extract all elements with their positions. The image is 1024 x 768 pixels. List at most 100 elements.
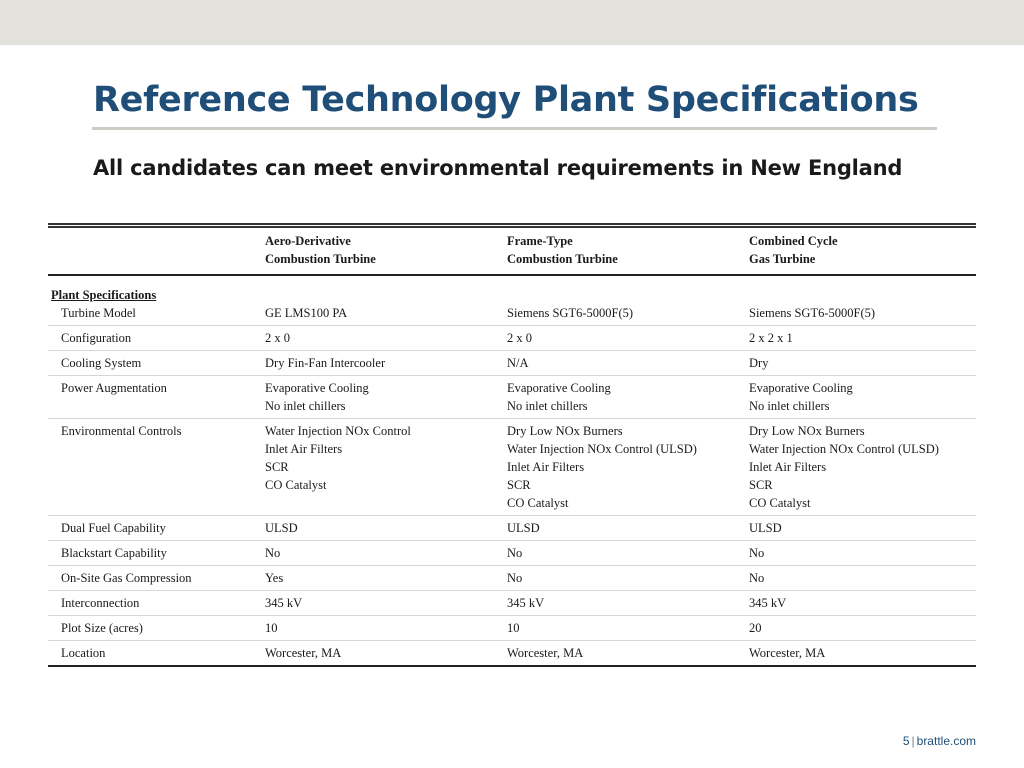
cell-line: 10	[265, 621, 278, 635]
column-header-line: Aero-Derivative	[265, 234, 351, 248]
table-cell: 345 kV	[749, 590, 976, 616]
table-cell: ULSD	[507, 515, 749, 541]
table-cell: 20	[749, 615, 976, 641]
cell-line: No	[749, 571, 765, 585]
cell-line: Evaporative Cooling	[749, 381, 853, 395]
cell-line: Evaporative Cooling	[507, 381, 611, 395]
cell-line: 345 kV	[749, 596, 787, 610]
footer-site: brattle.com	[916, 734, 976, 748]
cell-line: CO Catalyst	[749, 496, 811, 510]
cell-line: Inlet Air Filters	[507, 460, 585, 474]
table-row: Blackstart Capability No No No	[48, 540, 976, 566]
table-cell: 10	[265, 615, 507, 641]
table-cell: 345 kV	[507, 590, 749, 616]
row-label: Cooling System	[61, 356, 142, 370]
table-cell: Yes	[265, 565, 507, 591]
cell-line: No	[265, 546, 281, 560]
row-label-cell: Blackstart Capability	[48, 540, 265, 566]
slide-title: Reference Technology Plant Specification…	[93, 80, 919, 120]
table-cell: Siemens SGT6-5000F(5)	[507, 275, 749, 326]
row-label: Environmental Controls	[61, 424, 182, 438]
cell-line: ULSD	[265, 521, 298, 535]
table-cell: Dry Low NOx Burners Water Injection NOx C…	[507, 418, 749, 516]
table-cell: ULSD	[265, 515, 507, 541]
cell-line: No	[507, 571, 523, 585]
table-cell: Worcester, MA	[507, 640, 749, 667]
cell-line: GE LMS100 PA	[265, 306, 348, 320]
table-cell: No	[507, 540, 749, 566]
cell-line: 10	[507, 621, 520, 635]
cell-line: Inlet Air Filters	[265, 442, 343, 456]
cell-line: SCR	[507, 478, 531, 492]
row-label-cell: Cooling System	[48, 350, 265, 376]
footer-separator: |	[911, 734, 915, 748]
cell-line: Worcester, MA	[749, 646, 826, 660]
table-row: Power Augmentation Evaporative Cooling No …	[48, 375, 976, 419]
table-cell: N/A	[507, 350, 749, 376]
section-label: Plant Specifications	[51, 288, 157, 302]
table-cell: Evaporative Cooling No inlet chillers	[507, 375, 749, 419]
row-label-cell: Location	[48, 640, 265, 667]
row-label: Power Augmentation	[61, 381, 167, 395]
column-header-aero: Aero-Derivative Combustion Turbine	[265, 232, 507, 276]
cell-line: 20	[749, 621, 762, 635]
cell-line: Water Injection NOx Control (ULSD)	[749, 442, 939, 456]
cell-line: 2 x 0	[507, 331, 532, 345]
table-cell: Worcester, MA	[749, 640, 976, 667]
row-label-cell: Configuration	[48, 325, 265, 351]
cell-line: CO Catalyst	[507, 496, 569, 510]
cell-line: Dry	[749, 356, 769, 370]
cell-line: Yes	[265, 571, 284, 585]
row-label: Configuration	[61, 331, 132, 345]
table-cell: ULSD	[749, 515, 976, 541]
row-label: Location	[61, 646, 106, 660]
row-label-cell: Plot Size (acres)	[48, 615, 265, 641]
row-label: Plot Size (acres)	[61, 621, 143, 635]
cell-line: Dry Fin-Fan Intercooler	[265, 356, 386, 370]
cell-line: Water Injection NOx Control	[265, 424, 411, 438]
cell-line: SCR	[265, 460, 289, 474]
slide-subtitle: All candidates can meet environmental re…	[93, 156, 903, 180]
table-row: Interconnection 345 kV 345 kV 345 kV	[48, 590, 976, 616]
cell-line: ULSD	[507, 521, 540, 535]
table-cell: Evaporative Cooling No inlet chillers	[749, 375, 976, 419]
cell-line: 2 x 2 x 1	[749, 331, 793, 345]
table-cell: Dry Fin-Fan Intercooler	[265, 350, 507, 376]
cell-line: 345 kV	[507, 596, 545, 610]
column-header-combined: Combined Cycle Gas Turbine	[749, 232, 976, 276]
row-label-cell: On-Site Gas Compression	[48, 565, 265, 591]
cell-line: No	[507, 546, 523, 560]
table-row: Location Worcester, MA Worcester, MA Worces…	[48, 640, 976, 667]
table-cell: Dry	[749, 350, 976, 376]
cell-line: No inlet chillers	[749, 399, 830, 413]
row-label: Turbine Model	[61, 306, 136, 320]
table-row: Dual Fuel Capability ULSD ULSD ULSD	[48, 515, 976, 541]
cell-line: Siemens SGT6-5000F(5)	[507, 306, 634, 320]
cell-line: Dry Low NOx Burners	[749, 424, 865, 438]
cell-line: 2 x 0	[265, 331, 290, 345]
title-underline	[92, 127, 937, 130]
table-cell: 345 kV	[265, 590, 507, 616]
table-top-rule	[48, 223, 976, 228]
table-header-row: Aero-Derivative Combustion Turbine Frame…	[48, 232, 976, 276]
table-cell: Evaporative Cooling No inlet chillers	[265, 375, 507, 419]
column-header-line: Combustion Turbine	[265, 252, 376, 266]
cell-spacer	[265, 286, 507, 304]
cell-spacer	[749, 286, 976, 304]
cell-line: 345 kV	[265, 596, 303, 610]
table-cell: GE LMS100 PA	[265, 275, 507, 326]
row-label-cell: Dual Fuel Capability	[48, 515, 265, 541]
table-cell: Siemens SGT6-5000F(5)	[749, 275, 976, 326]
top-band	[0, 0, 1024, 45]
specifications-table-body: Aero-Derivative Combustion Turbine Frame…	[48, 232, 976, 667]
cell-line: Siemens SGT6-5000F(5)	[749, 306, 876, 320]
cell-line: Evaporative Cooling	[265, 381, 369, 395]
column-header-line: Combined Cycle	[749, 234, 838, 248]
table-cell: No	[749, 565, 976, 591]
table-cell: Water Injection NOx Control Inlet Air Fil…	[265, 418, 507, 516]
cell-line: CO Catalyst	[265, 478, 327, 492]
cell-line: No	[749, 546, 765, 560]
table-cell: 2 x 2 x 1	[749, 325, 976, 351]
table-cell: 2 x 0	[507, 325, 749, 351]
table-row: Plot Size (acres) 10 10 20	[48, 615, 976, 641]
